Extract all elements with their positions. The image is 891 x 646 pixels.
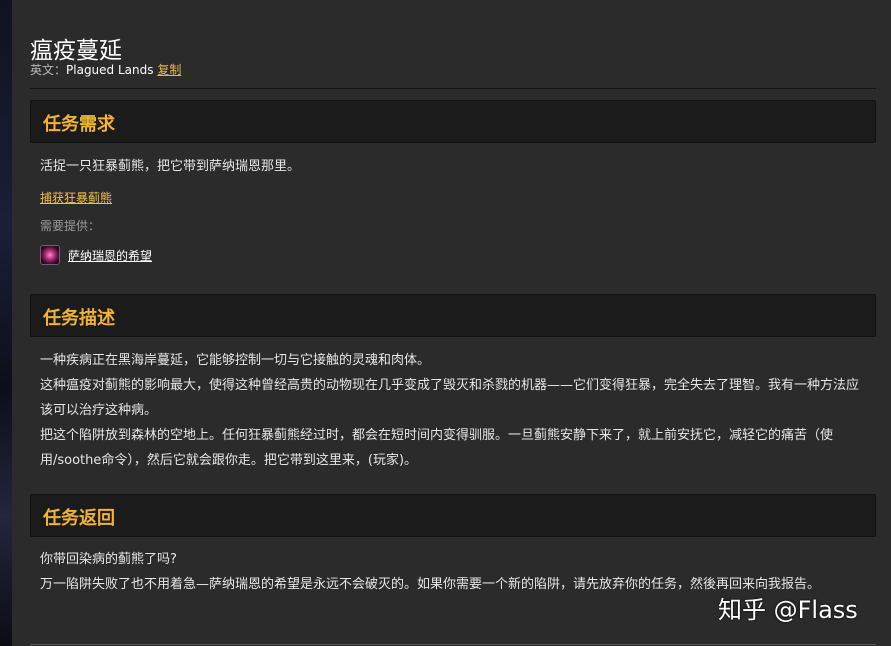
zhihu-watermark: 知乎 @Flass <box>718 596 858 624</box>
return-header: 任务返回 <box>30 494 876 537</box>
bottom-divider <box>30 644 876 645</box>
background-artwork-edge <box>0 0 12 646</box>
description-title: 任务描述 <box>43 308 115 329</box>
description-paragraph: 这种瘟疫对蓟熊的影响最大，使得这种曾经高贵的动物现在几乎变成了毁灭和杀戮的机器—… <box>40 378 860 418</box>
description-paragraph: 一种疾病正在黑海岸蔓延，它能够控制一切与它接触的灵魂和肉体。 <box>40 353 431 368</box>
english-name: Plagued Lands <box>66 63 154 77</box>
english-name-prefix: 英文： <box>30 63 67 77</box>
requirements-title: 任务需求 <box>43 114 115 135</box>
copy-link[interactable]: 复制 <box>157 63 181 77</box>
provided-item[interactable]: 萨纳瑞恩的希望 <box>40 244 152 266</box>
description-paragraph: 把这个陷阱放到森林的空地上。任何狂暴蓟熊经过时，都会在短时间内变得驯服。一旦蓟熊… <box>40 428 834 468</box>
title-divider <box>30 88 876 89</box>
requirements-header: 任务需求 <box>30 100 876 143</box>
english-name-line: 英文：Plagued Lands 复制 <box>30 61 181 78</box>
provided-item-link[interactable]: 萨纳瑞恩的希望 <box>68 247 152 264</box>
return-paragraph: 你带回染病的蓟熊了吗? <box>40 552 177 567</box>
return-title: 任务返回 <box>43 508 115 529</box>
provided-label: 需要提供： <box>40 219 101 233</box>
description-header: 任务描述 <box>30 294 876 337</box>
pink-orb-icon[interactable] <box>40 245 60 265</box>
objective-text: 活捉一只狂暴蓟熊，把它带到萨纳瑞恩那里。 <box>40 159 301 174</box>
capture-objective-link[interactable]: 捕获狂暴蓟熊 <box>40 191 112 205</box>
objective-link-wrap: 捕获狂暴蓟熊 <box>40 186 112 211</box>
